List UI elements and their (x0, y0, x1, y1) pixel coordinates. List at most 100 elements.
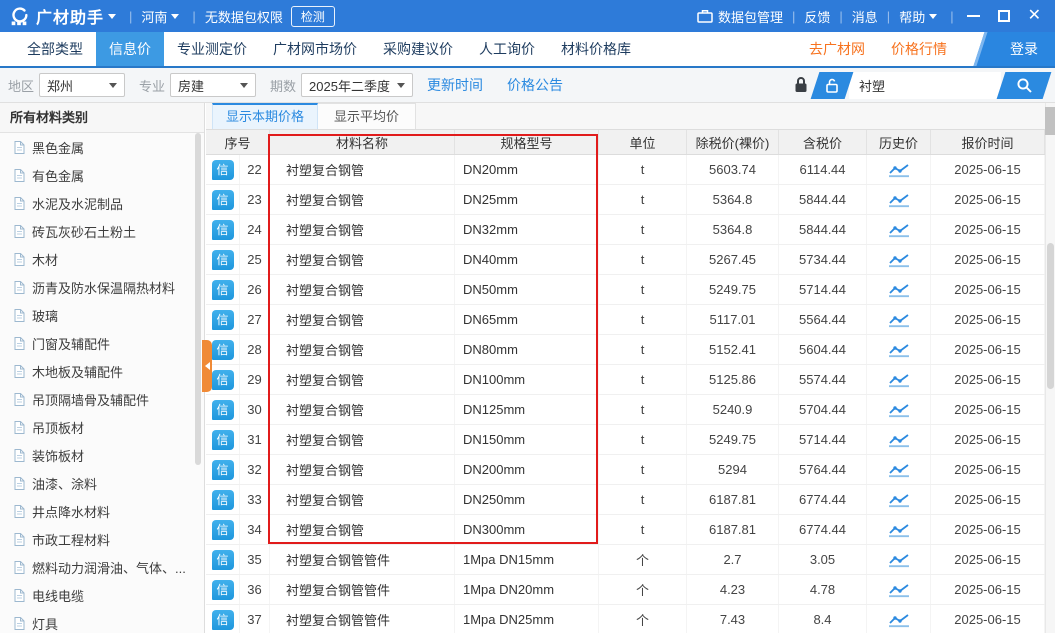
sidebar-item[interactable]: 灯具 (0, 609, 204, 633)
feedback-link[interactable]: 反馈 (804, 7, 830, 26)
quote-date: 2025-06-15 (931, 515, 1045, 544)
history-price-cell (867, 335, 931, 364)
history-price-chart-icon[interactable] (888, 432, 910, 448)
table-row[interactable]: 信36衬塑复合钢管管件1Mpa DN20mm个4.234.782025-06-1… (206, 575, 1045, 605)
price-excl-tax: 4.23 (687, 575, 779, 604)
sidebar-item[interactable]: 门窗及辅配件 (0, 329, 204, 357)
search-input[interactable] (849, 72, 1001, 99)
price-notice-link[interactable]: 价格公告 (507, 75, 563, 95)
info-badge-icon: 信 (212, 490, 234, 510)
history-price-chart-icon[interactable] (888, 612, 910, 628)
period-select[interactable]: 2025年二季度 (301, 73, 413, 97)
history-price-chart-icon[interactable] (888, 522, 910, 538)
tab-purchase-advice-price[interactable]: 采购建议价 (370, 32, 466, 66)
row-number: 22 (240, 155, 270, 184)
scrollbar-thumb[interactable] (1047, 243, 1054, 389)
maximize-button[interactable] (998, 10, 1010, 22)
history-price-chart-icon[interactable] (888, 192, 910, 208)
sidebar-item[interactable]: 电线电缆 (0, 581, 204, 609)
history-price-chart-icon[interactable] (888, 252, 910, 268)
tab-professional-price[interactable]: 专业测定价 (164, 32, 260, 66)
price-incl-tax: 5844.44 (779, 215, 867, 244)
table-row[interactable]: 信32衬塑复合钢管DN200mmt52945764.442025-06-15 (206, 455, 1045, 485)
messages-link[interactable]: 消息 (852, 7, 878, 26)
update-time-link[interactable]: 更新时间 (427, 75, 483, 95)
history-price-chart-icon[interactable] (888, 462, 910, 478)
price-incl-tax: 4.78 (779, 575, 867, 604)
search-button[interactable] (997, 72, 1052, 99)
sidebar-item[interactable]: 吊顶隔墙骨及辅配件 (0, 385, 204, 413)
table-row[interactable]: 信29衬塑复合钢管DN100mmt5125.865574.442025-06-1… (206, 365, 1045, 395)
table-row[interactable]: 信28衬塑复合钢管DN80mmt5152.415604.442025-06-15 (206, 335, 1045, 365)
price-market-link[interactable]: 价格行情 (891, 39, 947, 59)
tab-all-types[interactable]: 全部类型 (14, 32, 96, 66)
goto-guangcai-link[interactable]: 去广材网 (809, 39, 865, 59)
sidebar-item[interactable]: 有色金属 (0, 161, 204, 189)
history-price-chart-icon[interactable] (888, 342, 910, 358)
region-switch[interactable]: 河南 (141, 7, 167, 26)
sidebar-scrollbar[interactable] (195, 133, 201, 465)
sidebar-collapse-handle[interactable] (202, 340, 212, 392)
spec-model: DN65mm (455, 305, 599, 334)
tab-labor-inquiry-price[interactable]: 人工询价 (466, 32, 548, 66)
sidebar-item[interactable]: 木材 (0, 245, 204, 273)
tab-average-price[interactable]: 显示平均价 (318, 103, 416, 129)
check-button[interactable]: 检测 (291, 6, 335, 27)
table-row[interactable]: 信37衬塑复合钢管管件1Mpa DN25mm个7.438.42025-06-15 (206, 605, 1045, 633)
sidebar-item[interactable]: 燃料动力润滑油、气体、... (0, 553, 204, 581)
scrollbar-thumb[interactable] (1045, 107, 1055, 135)
tab-material-price-library[interactable]: 材料价格库 (548, 32, 644, 66)
data-package-manager[interactable]: 数据包管理 (697, 7, 783, 26)
sidebar-item[interactable]: 砖瓦灰砂石土粉土 (0, 217, 204, 245)
table-row[interactable]: 信23衬塑复合钢管DN25mmt5364.85844.442025-06-15 (206, 185, 1045, 215)
sidebar-item[interactable]: 市政工程材料 (0, 525, 204, 553)
help-caret-icon[interactable] (929, 14, 937, 19)
major-select[interactable]: 房建 (170, 73, 256, 97)
quote-date: 2025-06-15 (931, 395, 1045, 424)
sidebar-item[interactable]: 井点降水材料 (0, 497, 204, 525)
lock-open-toggle[interactable] (811, 72, 854, 99)
table-row[interactable]: 信30衬塑复合钢管DN125mmt5240.95704.442025-06-15 (206, 395, 1045, 425)
login-button[interactable]: 登录 (973, 32, 1055, 66)
history-price-chart-icon[interactable] (888, 492, 910, 508)
sidebar-item-label: 门窗及辅配件 (32, 334, 110, 353)
sidebar-item[interactable]: 吊顶板材 (0, 413, 204, 441)
history-price-chart-icon[interactable] (888, 282, 910, 298)
tab-gc-market-price[interactable]: 广材网市场价 (260, 32, 370, 66)
lock-closed-icon[interactable] (793, 76, 809, 94)
region-select[interactable]: 郑州 (39, 73, 125, 97)
sidebar-item[interactable]: 黑色金属 (0, 133, 204, 161)
table-row[interactable]: 信34衬塑复合钢管DN300mmt6187.816774.442025-06-1… (206, 515, 1045, 545)
history-price-chart-icon[interactable] (888, 402, 910, 418)
history-price-chart-icon[interactable] (888, 372, 910, 388)
table-row[interactable]: 信33衬塑复合钢管DN250mmt6187.816774.442025-06-1… (206, 485, 1045, 515)
history-price-chart-icon[interactable] (888, 162, 910, 178)
sidebar-item[interactable]: 水泥及水泥制品 (0, 189, 204, 217)
history-price-chart-icon[interactable] (888, 552, 910, 568)
history-price-chart-icon[interactable] (888, 222, 910, 238)
table-row[interactable]: 信31衬塑复合钢管DN150mmt5249.755714.442025-06-1… (206, 425, 1045, 455)
sidebar-item[interactable]: 玻璃 (0, 301, 204, 329)
sidebar-item[interactable]: 油漆、涂料 (0, 469, 204, 497)
sidebar-item[interactable]: 木地板及辅配件 (0, 357, 204, 385)
close-button[interactable]: ✕ (1028, 8, 1041, 24)
sidebar-item[interactable]: 装饰板材 (0, 441, 204, 469)
price-incl-tax: 6774.44 (779, 515, 867, 544)
minimize-button[interactable] (967, 15, 980, 17)
table-row[interactable]: 信26衬塑复合钢管DN50mmt5249.755714.442025-06-15 (206, 275, 1045, 305)
tab-current-period-price[interactable]: 显示本期价格 (212, 103, 318, 129)
table-row[interactable]: 信27衬塑复合钢管DN65mmt5117.015564.442025-06-15 (206, 305, 1045, 335)
history-price-chart-icon[interactable] (888, 312, 910, 328)
region-caret-icon[interactable] (171, 14, 179, 19)
tab-info-price[interactable]: 信息价 (96, 32, 164, 66)
price-incl-tax: 5844.44 (779, 185, 867, 214)
table-row[interactable]: 信24衬塑复合钢管DN32mmt5364.85844.442025-06-15 (206, 215, 1045, 245)
sidebar-item[interactable]: 沥青及防水保温隔热材料 (0, 273, 204, 301)
table-row[interactable]: 信22衬塑复合钢管DN20mmt5603.746114.442025-06-15 (206, 155, 1045, 185)
history-price-chart-icon[interactable] (888, 582, 910, 598)
table-row[interactable]: 信25衬塑复合钢管DN40mmt5267.455734.442025-06-15 (206, 245, 1045, 275)
app-menu-caret-icon[interactable] (108, 14, 116, 19)
table-row[interactable]: 信35衬塑复合钢管管件1Mpa DN15mm个2.73.052025-06-15 (206, 545, 1045, 575)
table-scrollbar[interactable] (1045, 103, 1055, 633)
help-menu[interactable]: 帮助 (899, 7, 925, 26)
